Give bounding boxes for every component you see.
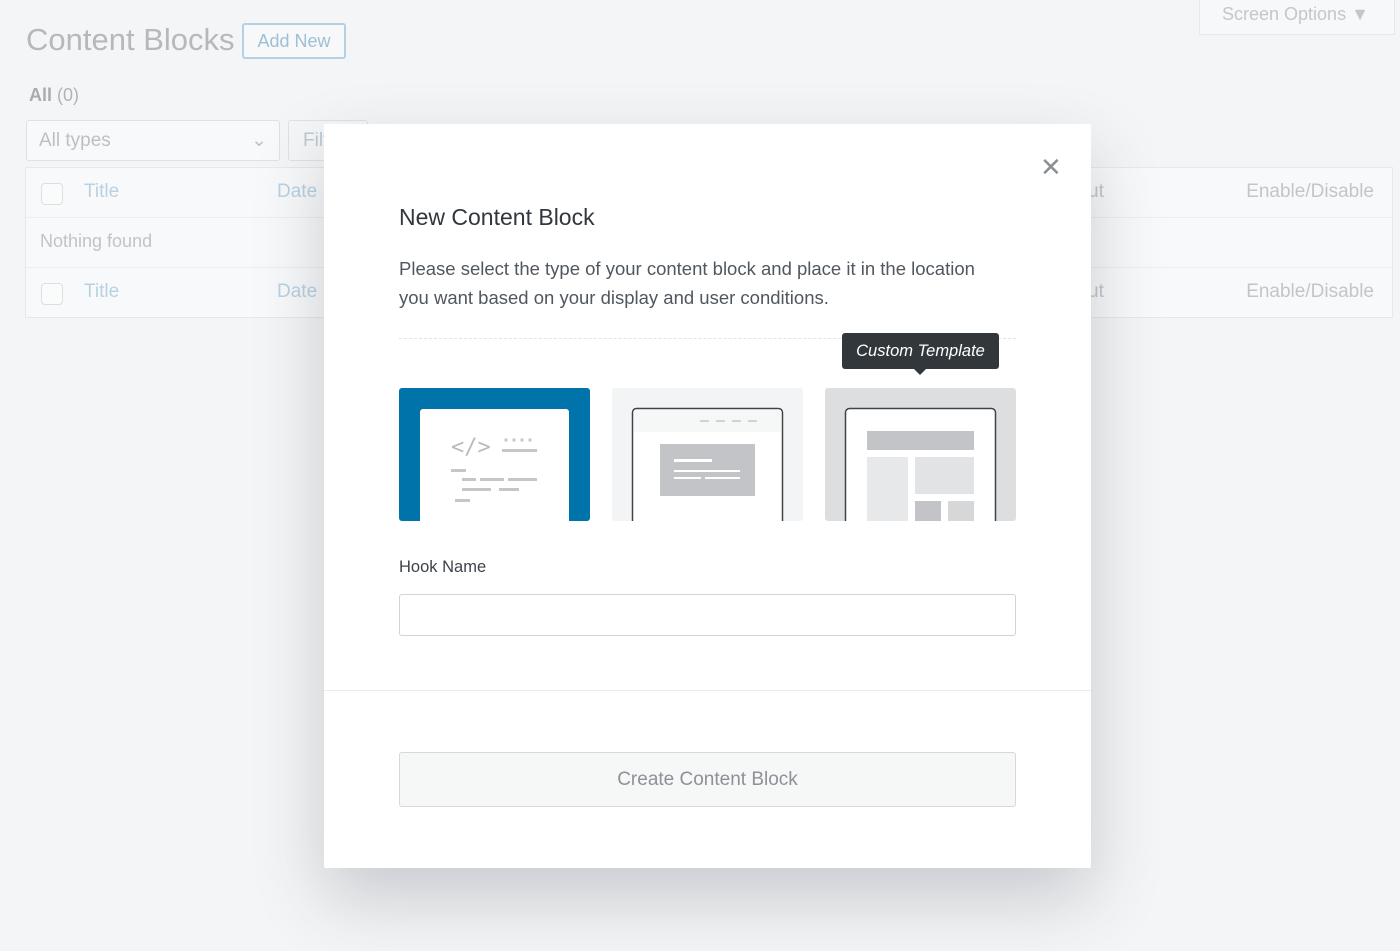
modal-description: Please select the type of your content b… [399,258,975,308]
column-date-footer[interactable]: Date [277,281,317,303]
column-title[interactable]: Title [84,181,119,203]
page-title: Content Blocks [26,22,235,57]
select-all-checkbox[interactable] [41,183,63,205]
footer-divider [324,690,1091,691]
empty-message: Nothing found [40,231,153,251]
tooltip: Custom Template [842,333,999,375]
all-label: All [29,85,53,105]
type-card-hook[interactable]: </> [399,388,590,521]
type-card-custom-template[interactable] [825,388,1016,521]
type-select[interactable]: All types ⌄ [26,120,280,161]
add-new-button[interactable]: Add New [242,23,346,59]
column-date[interactable]: Date [277,181,317,203]
filter-all-link[interactable]: All (0) [29,85,79,106]
hook-name-label: Hook Name [399,558,487,576]
modal-title: New Content Block [399,204,595,230]
column-enable-footer: Enable/Disable [1246,281,1374,302]
select-all-checkbox-footer[interactable] [41,283,63,305]
all-count: (0) [57,85,80,105]
type-card-popup[interactable] [612,388,803,521]
create-content-block-button[interactable]: Create Content Block [399,752,1016,807]
svg-text:</>: </> [451,435,491,460]
custom-template-layout-icon [844,407,997,521]
hook-code-icon: </> [420,409,569,521]
hook-name-input[interactable] [399,594,1016,636]
popup-layout-icon [631,407,784,521]
new-content-block-modal: ✕ New Content Block Please select the ty… [324,124,1091,868]
type-select-value: All types [39,130,111,151]
close-icon[interactable]: ✕ [1040,152,1062,183]
column-title-footer[interactable]: Title [84,281,119,303]
chevron-down-icon: ⌄ [251,130,267,151]
screen-options-button[interactable]: Screen Options ▼ [1199,0,1395,35]
column-enable: Enable/Disable [1246,181,1374,202]
